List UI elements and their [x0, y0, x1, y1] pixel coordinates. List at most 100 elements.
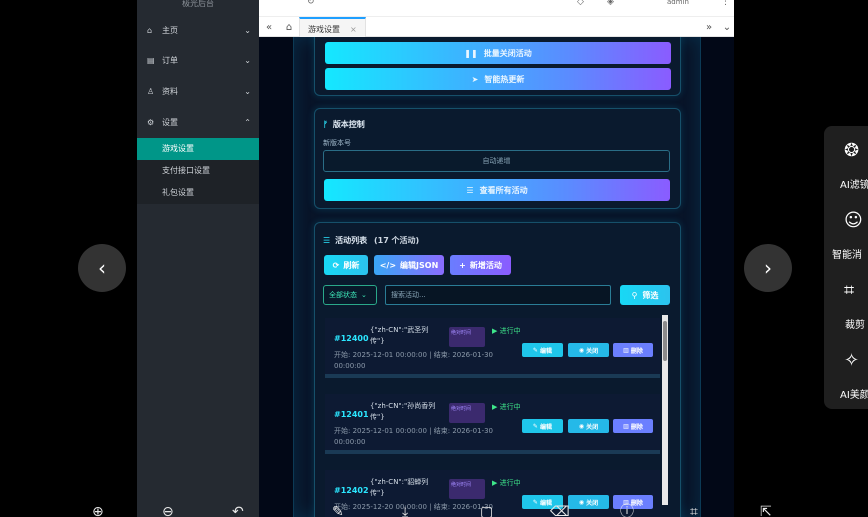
activity-name: {"zh-CN":"孙尚香列传"} — [370, 402, 436, 421]
download-icon[interactable]: ⤓ — [402, 505, 408, 517]
chevron-down-icon: ⌄ — [244, 26, 251, 35]
close-button[interactable]: ◉ 关闭 — [568, 419, 609, 433]
activity-id: #12401 — [334, 410, 369, 419]
button-label: 关闭 — [586, 347, 599, 355]
zoom-in-icon[interactable]: ⊕ — [92, 505, 104, 517]
card-title-text: 版本控制 — [332, 120, 365, 129]
refresh-icon[interactable]: ↻ — [307, 0, 315, 7]
pause-icon: ❚❚ — [464, 48, 478, 58]
sidebar-subitem-gift-settings[interactable]: 礼包设置 — [137, 182, 259, 204]
close-button[interactable]: ◉ 关闭 — [568, 343, 609, 357]
branch-icon: ᚠ — [323, 120, 328, 129]
edit-icon[interactable]: ✎ — [332, 505, 344, 517]
hot-update-button[interactable]: ➤ 智能热更新 — [325, 68, 671, 90]
tab-bar: « ⌂ 游戏设置 × » ⌄ — [259, 16, 737, 38]
refresh-button[interactable]: ⟳ 刷新 — [324, 255, 368, 275]
activity-search-input[interactable]: 搜索活动... — [385, 285, 611, 305]
status-select[interactable]: 全部状态 ⌄ — [323, 285, 377, 305]
activity-row: #12401 {"zh-CN":"孙尚香列传"} 绝对时间 ▶ 进行中 开始: … — [325, 394, 660, 454]
bell-icon[interactable]: ◇ — [577, 0, 584, 7]
copy-icon[interactable]: ▢ — [480, 505, 493, 517]
delete-button[interactable]: ▥ 删除 — [613, 419, 653, 433]
select-value: 全部状态 — [329, 291, 357, 299]
activity-dates: 开始: 2025-12-01 00:00:00 | 结束: 2026-01-30… — [334, 427, 494, 446]
chevron-down-icon: ⌄ — [361, 291, 367, 299]
edit-json-button[interactable]: </> 编辑JSON — [374, 255, 444, 275]
card-title: ᚠ 版本控制 — [323, 119, 365, 130]
version-number-field[interactable]: 自动递增 — [323, 150, 670, 172]
edit-button[interactable]: ✎ 编辑 — [522, 419, 563, 433]
version-control-card: ᚠ 版本控制 新版本号 自动递增 ☰ 查看所有活动 — [314, 108, 681, 209]
sidebar-subitem-payment-settings[interactable]: 支付接口设置 — [137, 160, 259, 182]
view-all-activities-button[interactable]: ☰ 查看所有活动 — [324, 179, 670, 201]
activity-list-scrollbar[interactable] — [662, 315, 668, 505]
rotate-icon[interactable]: ↶ — [232, 505, 244, 517]
home-icon[interactable]: ⌂ — [279, 22, 299, 33]
viewer-bottom-toolbar: ⊕ ⊖ ↶ ✎ ⤓ ▢ ⌫ ⓘ ⌗ ⇱ — [0, 505, 868, 517]
edit-icon: ✎ — [532, 422, 538, 430]
sidebar-subitem-game-settings[interactable]: 游戏设置 — [137, 138, 259, 160]
button-label: 关闭 — [586, 423, 599, 431]
home-icon: ⌂ — [147, 26, 153, 35]
filter-button[interactable]: ⚲ 筛选 — [620, 285, 670, 305]
settings-panel: ❚❚ 批量关闭活动 ➤ 智能热更新 ᚠ 版本控制 新版本号 自动递增 ☰ 查看所有活动 … — [293, 37, 701, 517]
scrollbar-thumb[interactable] — [663, 321, 667, 361]
time-type-badge: 绝对时间 — [449, 327, 485, 347]
smart-remove-icon: ☺ — [844, 210, 863, 231]
scan-icon[interactable]: ⌗ — [690, 505, 698, 517]
top-bar-row: ↻ ◇ ◈ admin ⋮ — [259, 0, 734, 13]
ai-beautify-icon: ✧ — [844, 350, 860, 371]
activity-status: ▶ 进行中 — [492, 479, 521, 487]
close-icon[interactable]: × — [350, 25, 357, 34]
rocket-icon: ➤ — [471, 74, 479, 84]
list-icon: ☰ — [323, 236, 331, 245]
tool-label: 智能消 — [832, 250, 862, 261]
tab-scroll-left-icon[interactable]: « — [259, 22, 279, 33]
chevron-down-icon[interactable]: ⌄ — [717, 22, 737, 33]
sidebar-item-settings[interactable]: ⚙ 设置 ⌃ — [137, 107, 259, 138]
user-icon: ♙ — [147, 87, 155, 96]
chevron-down-icon: ⌄ — [244, 87, 251, 96]
tab-game-settings[interactable]: 游戏设置 × — [299, 16, 366, 38]
card-title-text: 活动列表 — [335, 236, 368, 245]
more-icon[interactable]: ⋮ — [721, 0, 730, 7]
share-icon[interactable]: ⇱ — [760, 505, 772, 517]
edit-icon: ✎ — [532, 346, 538, 354]
chevron-up-icon: ⌃ — [244, 118, 251, 127]
button-label: 删除 — [630, 423, 643, 431]
sidebar-item-profile[interactable]: ♙ 资料 ⌄ — [137, 76, 259, 107]
plus-icon: + — [459, 260, 466, 270]
activity-name: {"zh-CN":"武圣列传"} — [370, 326, 429, 345]
admin-sidebar: 极光后台 ⌂ 主页 ⌄ ▤ 订单 ⌄ ♙ 资料 ⌄ ⚙ 设置 ⌃ 游戏设置 支付… — [137, 0, 259, 517]
delete-icon[interactable]: ⌫ — [550, 505, 570, 517]
sidebar-item-label: 主页 — [162, 26, 178, 35]
tool-label: AI美颜 — [840, 390, 868, 401]
sidebar-item-home[interactable]: ⌂ 主页 ⌄ — [137, 15, 259, 46]
time-type-badge: 绝对时间 — [449, 479, 485, 499]
button-label: 查看所有活动 — [479, 185, 528, 195]
time-type-badge: 绝对时间 — [449, 403, 485, 423]
info-icon[interactable]: ⓘ — [620, 505, 634, 517]
tool-label: AI滤镜 — [840, 180, 868, 191]
tab-scroll-right-icon[interactable]: » — [699, 22, 719, 33]
sidebar-item-orders[interactable]: ▤ 订单 ⌄ — [137, 45, 259, 76]
delete-button[interactable]: ▥ 删除 — [613, 343, 653, 357]
activity-id: #12400 — [334, 334, 369, 343]
batch-close-button[interactable]: ❚❚ 批量关闭活动 — [325, 42, 671, 64]
tool-label: 裁剪 — [845, 320, 865, 331]
add-activity-button[interactable]: + 新增活动 — [450, 255, 511, 275]
button-label: 编辑JSON — [400, 260, 439, 270]
button-label: 筛选 — [642, 290, 659, 300]
user-name[interactable]: admin — [667, 0, 689, 6]
chevron-left-icon: ‹ — [98, 256, 106, 280]
previous-image-button[interactable]: ‹ — [78, 244, 126, 292]
next-image-button[interactable]: › — [744, 244, 792, 292]
zoom-out-icon[interactable]: ⊖ — [162, 505, 174, 517]
eye-icon: ◉ — [578, 422, 585, 430]
top-bar: ↻ ◇ ◈ admin ⋮ « ⌂ 游戏设置 × » ⌄ — [259, 0, 737, 38]
batch-actions-card: ❚❚ 批量关闭活动 ➤ 智能热更新 — [314, 37, 681, 96]
edit-button[interactable]: ✎ 编辑 — [522, 343, 563, 357]
theme-icon[interactable]: ◈ — [607, 0, 614, 7]
list-icon: ☰ — [466, 185, 474, 195]
button-label: 刷新 — [343, 260, 360, 270]
